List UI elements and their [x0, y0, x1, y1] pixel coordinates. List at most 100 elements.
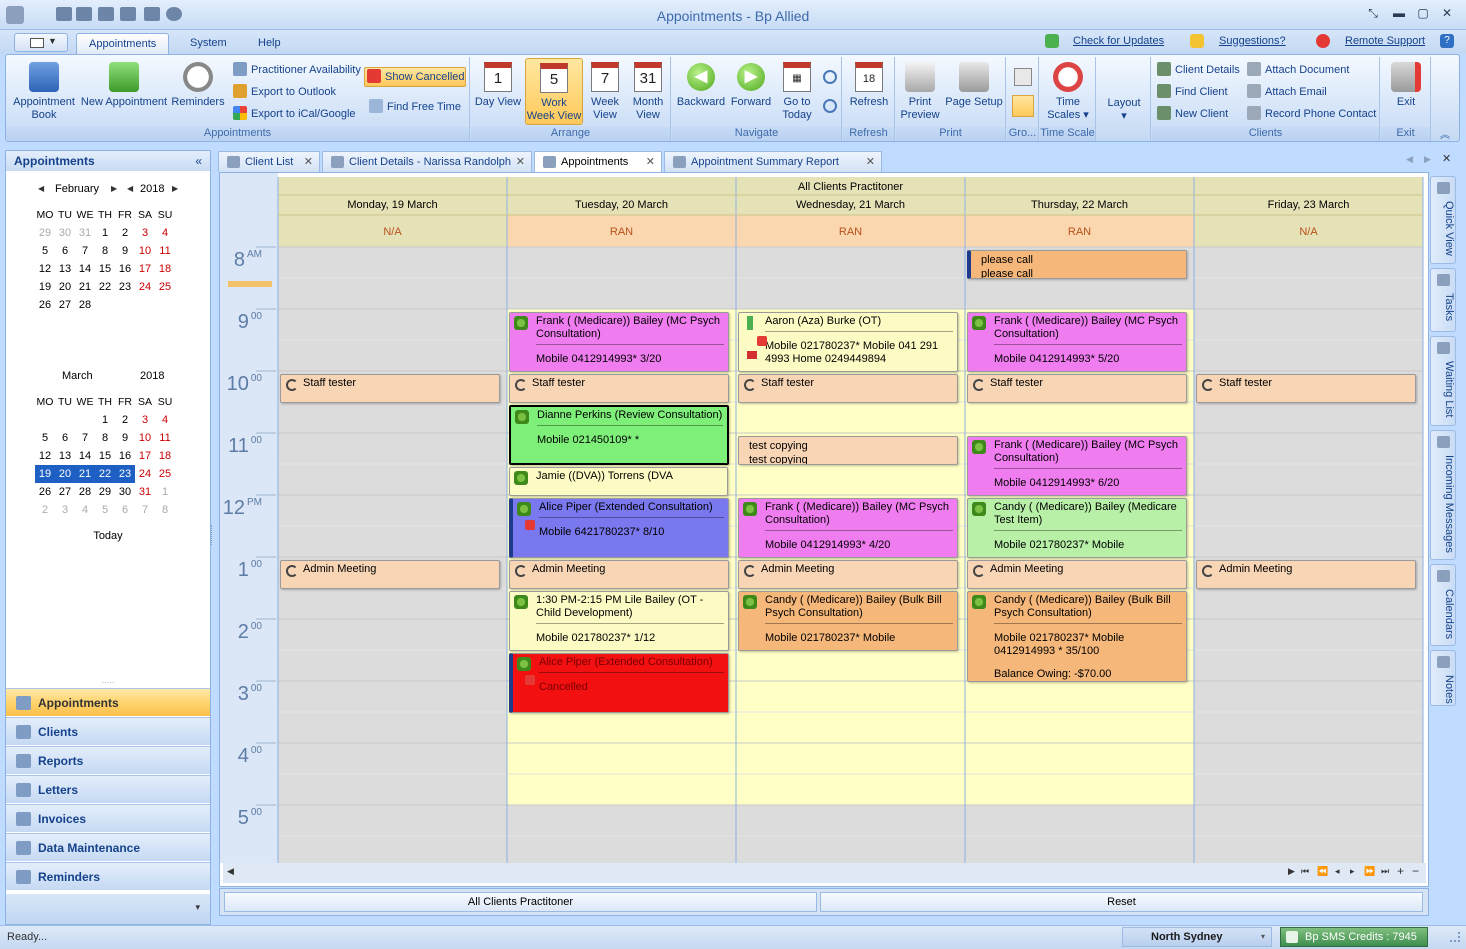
- remote-support-link[interactable]: Remote Support: [1345, 35, 1425, 47]
- nav-item-reports[interactable]: Reports: [6, 746, 210, 774]
- next-record-icon[interactable]: ▸: [1350, 866, 1355, 877]
- calendar-day[interactable]: 8: [155, 501, 175, 519]
- appointment-admin[interactable]: Admin Meeting: [1196, 560, 1416, 589]
- calendar-day[interactable]: 3: [135, 224, 155, 242]
- calendar-day[interactable]: 21: [75, 465, 95, 483]
- first-record-icon[interactable]: ⏮: [1301, 866, 1309, 877]
- prev-year-icon[interactable]: ◀: [127, 184, 133, 193]
- minimize-icon[interactable]: ▬: [1390, 6, 1408, 22]
- new-client-button[interactable]: New Client: [1157, 106, 1228, 122]
- calendar-day[interactable]: 15: [95, 447, 115, 465]
- day-header[interactable]: Monday, 19 March: [278, 199, 507, 211]
- find-free-time-button[interactable]: Find Free Time: [369, 99, 461, 115]
- tab-appointments[interactable]: Appointments: [76, 33, 170, 54]
- day-header[interactable]: Wednesday, 21 March: [736, 199, 965, 211]
- close-tab-icon[interactable]: ✕: [866, 155, 875, 168]
- calendar-day[interactable]: 19: [35, 465, 55, 483]
- calendar-day[interactable]: 25: [155, 278, 175, 296]
- time-scales-button[interactable]: Time Scales ▾: [1042, 62, 1094, 122]
- calendar-day[interactable]: 2: [35, 501, 55, 519]
- show-cancelled-toggle[interactable]: Show Cancelled: [364, 67, 466, 87]
- calendar-day[interactable]: 12: [35, 260, 55, 278]
- collapse-ribbon-icon[interactable]: ︽: [1440, 126, 1450, 141]
- calendar-day[interactable]: 18: [155, 447, 175, 465]
- calendar-day[interactable]: 5: [35, 242, 55, 260]
- nav-item-invoices[interactable]: Invoices: [6, 804, 210, 832]
- calendar-day[interactable]: 20: [55, 278, 75, 296]
- calendar-day[interactable]: 11: [155, 429, 175, 447]
- calendar-day[interactable]: 31: [75, 224, 95, 242]
- nav-item-appointments[interactable]: Appointments: [6, 688, 210, 716]
- client-details-button[interactable]: Client Details: [1157, 62, 1240, 78]
- prev-page-icon[interactable]: ⏪: [1317, 866, 1328, 877]
- appointment-wed-frank[interactable]: Frank ( (Medicare)) Bailey (MC Psych Con…: [738, 498, 958, 558]
- refresh-button[interactable]: 18 Refresh: [845, 62, 893, 109]
- nav-item-reminders[interactable]: Reminders: [6, 862, 210, 890]
- appointment-book-button[interactable]: Appointment Book: [10, 62, 78, 122]
- forward-button[interactable]: ▶ Forward: [728, 62, 774, 109]
- nav-item-data-maintenance[interactable]: Data Maintenance: [6, 833, 210, 861]
- next-year-icon[interactable]: ▶: [172, 184, 178, 193]
- calendar-day[interactable]: 4: [155, 224, 175, 242]
- calendar-day[interactable]: 6: [55, 429, 75, 447]
- help-icon[interactable]: ?: [1440, 34, 1454, 48]
- scroll-left-icon[interactable]: ◀: [227, 866, 234, 877]
- appointment-admin[interactable]: Admin Meeting: [738, 560, 958, 589]
- resource-button[interactable]: All Clients Practitoner: [224, 892, 817, 912]
- prev-month-icon[interactable]: ◀: [38, 184, 44, 193]
- calendar-day[interactable]: 4: [75, 501, 95, 519]
- app-menu-button[interactable]: ▼: [14, 33, 68, 52]
- pane-splitter[interactable]: ·····: [6, 679, 210, 688]
- calendar-day[interactable]: 26: [35, 296, 55, 314]
- appointment-admin[interactable]: Admin Meeting: [509, 560, 729, 589]
- appointment-staff[interactable]: Staff tester: [738, 374, 958, 403]
- calendar-day[interactable]: 21: [75, 278, 95, 296]
- appointment-staff[interactable]: Staff tester: [1196, 374, 1416, 403]
- calendar-day[interactable]: 17: [135, 447, 155, 465]
- calendar-day[interactable]: 18: [155, 260, 175, 278]
- side-tab-incoming-messages[interactable]: Incoming Messages: [1430, 430, 1456, 560]
- group-by-resource-icon[interactable]: [1012, 95, 1034, 117]
- side-tab-tasks[interactable]: Tasks: [1430, 268, 1456, 332]
- reminders-button[interactable]: Reminders: [170, 62, 226, 109]
- tab-scroll-right-icon[interactable]: ▶: [1424, 154, 1431, 165]
- calendar-day[interactable]: 2: [115, 411, 135, 429]
- attach-document-button[interactable]: Attach Document: [1247, 62, 1349, 78]
- calendar-day[interactable]: 29: [35, 224, 55, 242]
- calendar-day[interactable]: 2: [115, 224, 135, 242]
- side-tab-waiting-list[interactable]: Waiting List: [1430, 336, 1456, 426]
- close-document-icon[interactable]: ✕: [1442, 152, 1451, 165]
- prev-record-icon[interactable]: ◂: [1335, 866, 1340, 877]
- today-button[interactable]: Today: [6, 530, 210, 542]
- calendar-day[interactable]: 1: [95, 224, 115, 242]
- calendar-day[interactable]: 30: [55, 224, 75, 242]
- page-setup-button[interactable]: Page Setup: [944, 62, 1004, 109]
- calendar-day[interactable]: 25: [155, 465, 175, 483]
- calendar-day[interactable]: 22: [95, 465, 115, 483]
- calendar-day[interactable]: 8: [95, 242, 115, 260]
- go-to-today-button[interactable]: ▦ Go to Today: [776, 62, 818, 122]
- calendar-day[interactable]: 4: [155, 411, 175, 429]
- calendar-day[interactable]: 23: [115, 465, 135, 483]
- calendar-day[interactable]: 28: [75, 483, 95, 501]
- calendar-day[interactable]: 26: [35, 483, 55, 501]
- next-page-icon[interactable]: ⏩: [1364, 866, 1375, 877]
- month-view-button[interactable]: 31 Month View: [627, 62, 669, 122]
- doc-tab-client-list[interactable]: Client List ✕: [218, 151, 320, 172]
- day-header[interactable]: Tuesday, 20 March: [507, 199, 736, 211]
- calendar-day[interactable]: 10: [135, 242, 155, 260]
- day-header[interactable]: Thursday, 22 March: [965, 199, 1194, 211]
- zoom-out-icon[interactable]: [823, 99, 837, 113]
- remove-record-icon[interactable]: −: [1412, 864, 1419, 878]
- calendar-day[interactable]: 5: [35, 429, 55, 447]
- calendar-day[interactable]: 6: [55, 242, 75, 260]
- calendar-day[interactable]: 3: [135, 411, 155, 429]
- calendar-day[interactable]: 23: [115, 278, 135, 296]
- calendar-day[interactable]: 13: [55, 260, 75, 278]
- zoom-in-icon[interactable]: [823, 70, 837, 84]
- appointment-wed-aaron[interactable]: Aaron (Aza) Burke (OT) Mobile 021780237* …: [738, 312, 958, 372]
- calendar-day[interactable]: 17: [135, 260, 155, 278]
- calendar-day[interactable]: 27: [55, 483, 75, 501]
- calendar-day[interactable]: 14: [75, 260, 95, 278]
- appointment-tue-frank[interactable]: Frank ( (Medicare)) Bailey (MC Psych Con…: [509, 312, 729, 372]
